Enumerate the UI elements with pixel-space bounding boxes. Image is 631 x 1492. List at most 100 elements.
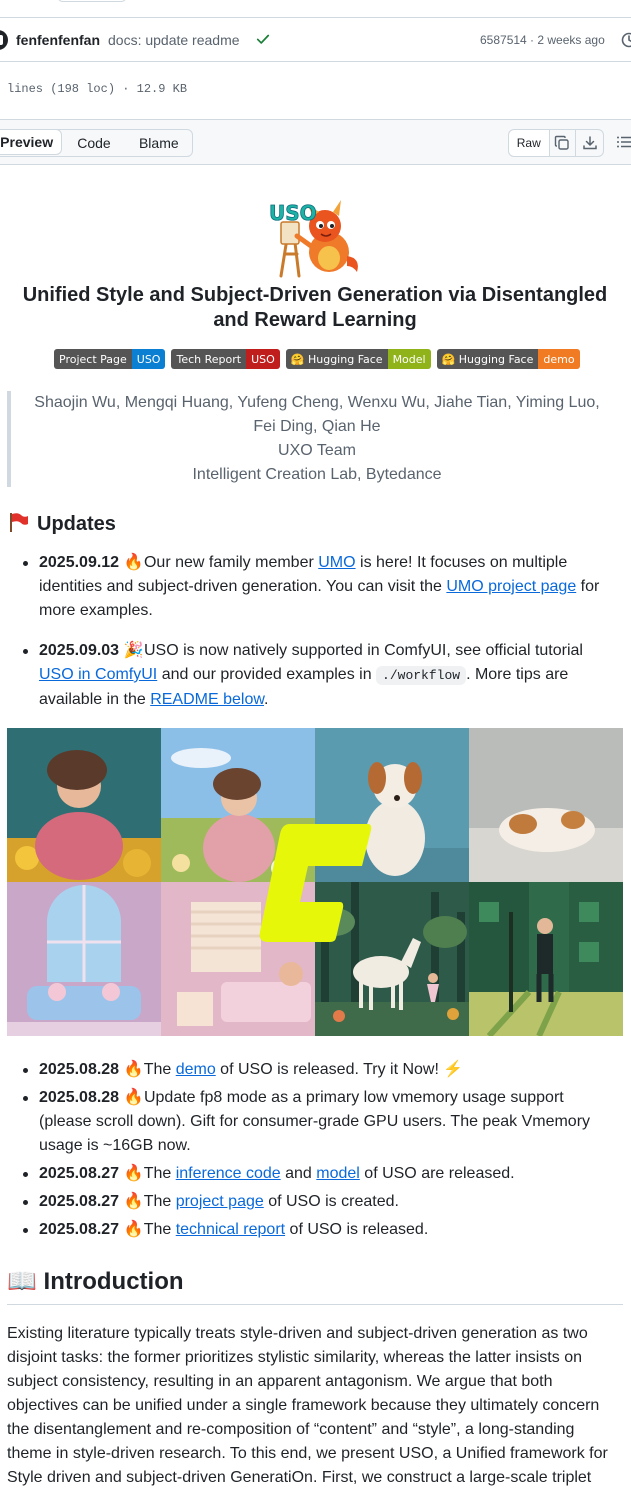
fire-icon: 🔥: [123, 1193, 144, 1210]
updates-heading: Updates: [7, 511, 116, 536]
workflow-code: ./workflow: [376, 666, 467, 685]
commit-meta[interactable]: 6587514 · 2 weeks ago: [480, 33, 605, 47]
list-item: 2025.09.12 🔥 Our new family member UMO i…: [23, 551, 619, 623]
flag-icon: [10, 513, 28, 532]
update-text: The: [139, 1221, 176, 1238]
update-text: The: [139, 1061, 176, 1078]
list-item: 2025.08.28 🔥 Update fp8 mode as a primar…: [23, 1086, 619, 1158]
update-date: 2025.09.03: [39, 642, 120, 659]
badge-label: 🤗 Hugging Face: [285, 349, 388, 369]
list-item: 2025.08.27 🔥 The project page of USO is …: [23, 1190, 619, 1214]
authors-blockquote: Shaojin Wu, Mengqi Huang, Yufeng Cheng, …: [7, 391, 623, 487]
lab-line: Intelligent Creation Lab, Bytedance: [192, 466, 442, 483]
showcase-image-pink-living-room: [7, 882, 161, 1036]
file-info: lines (198 loc) · 12.9 KB: [7, 82, 188, 96]
view-mode-segmented-control: Preview Code Blame: [0, 129, 193, 157]
list-item: 2025.08.27 🔥 The inference code and mode…: [23, 1162, 619, 1186]
badge-label: Project Page: [54, 349, 132, 369]
download-button[interactable]: [576, 130, 603, 156]
project-page-link[interactable]: project page: [176, 1193, 264, 1210]
update-date: 2025.08.28: [39, 1089, 120, 1106]
badge-value: USO: [131, 349, 166, 369]
update-date: 2025.09.12: [39, 554, 120, 571]
update-text: of USO is created.: [263, 1193, 399, 1210]
introduction-paragraph: Existing literature typically treats sty…: [7, 1325, 608, 1486]
updates-list-top: 2025.09.12 🔥 Our new family member UMO i…: [23, 551, 619, 712]
updates-heading-text: Updates: [37, 513, 116, 535]
update-text: Update fp8 mode as a primary low vmemory…: [39, 1089, 591, 1154]
update-text: .: [264, 691, 269, 708]
update-text: Our new family member: [139, 554, 319, 571]
file-toolbar: Preview Code Blame Raw: [0, 119, 631, 165]
download-icon: [582, 136, 597, 150]
copy-button[interactable]: [550, 130, 577, 156]
file-actions: Raw: [508, 129, 604, 157]
fire-icon: 🔥: [123, 1089, 144, 1106]
update-date: 2025.08.27: [39, 1193, 120, 1210]
list-item: 2025.08.28 🔥 The demo of USO is released…: [23, 1058, 619, 1082]
update-text: of USO is released. Try it Now! ⚡: [215, 1061, 464, 1078]
heading-divider: [7, 1304, 623, 1305]
update-text: of USO is released.: [285, 1221, 429, 1238]
badge-label: 🤗 Hugging Face: [436, 349, 539, 369]
readme-title: Unified Style and Subject-Driven Generat…: [22, 284, 608, 331]
authors-line-2: Fei Ding, Qian He: [253, 418, 381, 435]
introduction-heading: 📖 Introduction: [7, 1268, 184, 1295]
tab-blame[interactable]: Blame: [126, 130, 192, 156]
hf-demo-badge[interactable]: 🤗 Hugging Face demo: [436, 349, 580, 369]
showcase-image-woman-flowers: [7, 728, 161, 882]
project-page-badge[interactable]: Project Page USO: [54, 349, 166, 369]
update-text: and our provided examples in: [157, 666, 377, 683]
uso-in-comfyui-link[interactable]: USO in ComfyUI: [39, 666, 157, 683]
raw-button[interactable]: Raw: [509, 130, 550, 156]
badge-label: Tech Report: [171, 349, 247, 369]
badge-value: Model: [387, 349, 431, 369]
fire-icon: 🔥: [123, 554, 144, 571]
update-text: and: [280, 1165, 317, 1182]
umo-link[interactable]: UMO: [318, 554, 355, 571]
hf-model-badge[interactable]: 🤗 Hugging Face Model: [285, 349, 431, 369]
fire-icon: 🔥: [123, 1165, 144, 1182]
avatar[interactable]: [0, 30, 8, 50]
copy-icon: [555, 135, 570, 150]
readme-below-link[interactable]: README below: [150, 691, 264, 708]
tab-stub: [57, 0, 127, 2]
authors-line-1: Shaojin Wu, Mengqi Huang, Yufeng Cheng, …: [34, 394, 600, 411]
showcase-image-man-street: [469, 882, 623, 1036]
list-item: 2025.09.03 🎉 USO is now natively support…: [23, 639, 619, 712]
fire-icon: 🔥: [123, 1221, 144, 1238]
update-text: USO is now natively supported in ComfyUI…: [139, 642, 583, 659]
party-popper-icon: 🎉: [123, 642, 144, 659]
team-line: UXO Team: [278, 442, 356, 459]
commit-message[interactable]: docs: update readme: [108, 32, 240, 48]
tech-report-badge[interactable]: Tech Report USO: [171, 349, 280, 369]
brand-c-mark-overlay: [259, 824, 372, 942]
tab-preview[interactable]: Preview: [0, 130, 63, 155]
tab-code[interactable]: Code: [62, 130, 125, 156]
commit-author[interactable]: fenfenfenfan: [16, 32, 100, 48]
update-text: of USO are released.: [359, 1165, 515, 1182]
badge-row: Project Page USO Tech Report USO 🤗 Huggi…: [54, 349, 580, 369]
logo-text: USO: [269, 201, 317, 225]
history-icon[interactable]: [620, 31, 631, 49]
list-icon[interactable]: [616, 134, 631, 150]
uso-dragon-logo: USO: [269, 200, 358, 278]
update-date: 2025.08.28: [39, 1061, 120, 1078]
showcase-image-dog-sleeping: [469, 728, 623, 882]
badge-value: demo: [538, 349, 580, 369]
check-icon[interactable]: [256, 32, 270, 46]
top-strip: [0, 0, 631, 18]
umo-project-page-link[interactable]: UMO project page: [446, 578, 576, 595]
list-item: 2025.08.27 🔥 The technical report of USO…: [23, 1218, 619, 1242]
model-link[interactable]: model: [316, 1165, 360, 1182]
inference-code-link[interactable]: inference code: [176, 1165, 281, 1182]
updates-list-bottom: 2025.08.28 🔥 The demo of USO is released…: [23, 1058, 619, 1242]
update-date: 2025.08.27: [39, 1221, 120, 1238]
latest-commit-bar: fenfenfenfan docs: update readme 6587514…: [0, 18, 631, 62]
demo-link[interactable]: demo: [176, 1061, 216, 1078]
update-text: The: [139, 1193, 176, 1210]
badge-value: USO: [246, 349, 280, 369]
update-date: 2025.08.27: [39, 1165, 120, 1182]
fire-icon: 🔥: [123, 1061, 144, 1078]
technical-report-link[interactable]: technical report: [176, 1221, 285, 1238]
